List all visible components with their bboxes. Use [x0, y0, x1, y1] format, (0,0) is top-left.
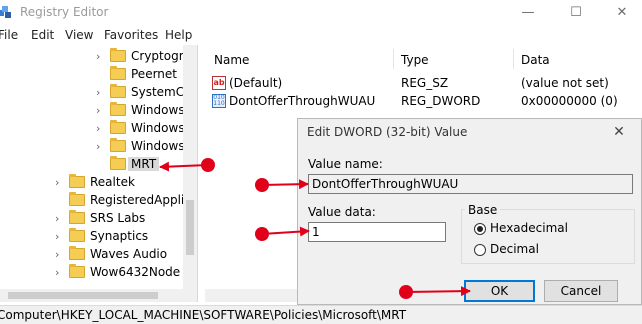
- value-data-label: Value data:: [308, 205, 376, 219]
- dialog-title: Edit DWORD (32-bit) Value: [307, 125, 468, 139]
- registry-editor-icon: [0, 6, 11, 18]
- tree-item[interactable]: › SystemCe: [0, 84, 197, 102]
- menu-favorites[interactable]: Favorites: [104, 28, 158, 42]
- tree-item[interactable]: › Windows: [0, 120, 197, 138]
- tree-item[interactable]: › Windows: [0, 102, 197, 120]
- value-data-field[interactable]: 1: [308, 222, 446, 242]
- tree-item-label: Peernet: [131, 67, 177, 81]
- tree-item-label: Synaptics: [90, 229, 149, 243]
- title-bar: Registry Editor — ☐ ✕: [0, 0, 642, 25]
- folder-icon: [110, 66, 126, 80]
- value-row[interactable]: ab (Default) REG_SZ (value not set): [205, 75, 642, 93]
- close-window-button[interactable]: ✕: [600, 0, 642, 25]
- tree-item[interactable]: Peernet: [0, 66, 197, 84]
- tree-item[interactable]: › Realtek: [0, 174, 197, 192]
- folder-icon: [110, 120, 126, 134]
- folder-icon: [110, 156, 126, 170]
- expand-chevron-icon[interactable]: ›: [55, 230, 59, 243]
- string-value-icon: ab: [212, 76, 226, 90]
- tree-item[interactable]: MRT: [0, 156, 197, 174]
- cancel-button[interactable]: Cancel: [544, 280, 618, 302]
- registry-tree[interactable]: › Cryptogra Peernet › SystemCe › Windows › Windo…: [0, 45, 198, 302]
- hexadecimal-radio[interactable]: [474, 223, 486, 235]
- value-name: DontOfferThroughWUAU: [229, 94, 376, 108]
- registry-path: Computer\HKEY_LOCAL_MACHINE\SOFTWARE\Pol…: [0, 308, 407, 322]
- tree-scroll-thumb[interactable]: [186, 200, 194, 255]
- minimize-button[interactable]: —: [506, 0, 550, 25]
- maximize-button[interactable]: ☐: [554, 0, 598, 25]
- dword-value-icon: 010 110: [212, 94, 226, 108]
- value-type: REG_SZ: [401, 76, 449, 90]
- value-name: (Default): [229, 76, 283, 90]
- menu-edit[interactable]: Edit: [31, 28, 54, 42]
- tree-item-label: Waves Audio: [90, 247, 168, 261]
- menu-help[interactable]: Help: [165, 28, 192, 42]
- folder-icon: [110, 48, 126, 62]
- expand-chevron-icon[interactable]: ›: [96, 140, 100, 153]
- column-divider[interactable]: [513, 49, 514, 69]
- tree-item[interactable]: › Waves Audio: [0, 246, 197, 264]
- tree-item[interactable]: › SRS Labs: [0, 210, 197, 228]
- value-data: 0x00000000 (0): [521, 94, 618, 108]
- tree-item-label: Realtek: [90, 175, 135, 189]
- value-name-label: Value name:: [308, 157, 383, 171]
- tree-item-label: Wow6432Node: [90, 265, 181, 279]
- folder-icon: [110, 84, 126, 98]
- base-label: Base: [465, 203, 501, 217]
- folder-icon: [110, 138, 126, 152]
- window-title: Registry Editor: [20, 5, 109, 19]
- tree-item[interactable]: › Wow6432Node: [0, 264, 197, 282]
- decimal-label[interactable]: Decimal: [490, 242, 539, 256]
- tree-item-label: RegisteredApplic: [90, 193, 191, 207]
- status-bar: Computer\HKEY_LOCAL_MACHINE\SOFTWARE\Pol…: [0, 305, 642, 324]
- tree-item[interactable]: › Windows: [0, 138, 197, 156]
- ok-button[interactable]: OK: [464, 280, 535, 302]
- folder-icon: [110, 102, 126, 116]
- expand-chevron-icon[interactable]: ›: [55, 266, 59, 279]
- column-divider[interactable]: [393, 49, 394, 69]
- menu-view[interactable]: View: [65, 28, 93, 42]
- hexadecimal-label[interactable]: Hexadecimal: [490, 221, 568, 235]
- menu-bar: File Edit View Favorites Help: [0, 28, 642, 46]
- tree-item-label: Windows: [131, 121, 185, 135]
- expand-chevron-icon[interactable]: ›: [96, 50, 100, 63]
- column-header-type[interactable]: Type: [401, 53, 429, 67]
- value-data: (value not set): [521, 76, 609, 90]
- value-row[interactable]: 010 110 DontOfferThroughWUAU REG_DWORD 0x…: [205, 93, 642, 111]
- folder-icon: [69, 264, 85, 278]
- folder-icon: [69, 246, 85, 260]
- value-type: REG_DWORD: [401, 94, 481, 108]
- expand-chevron-icon[interactable]: ›: [96, 122, 100, 135]
- column-header-name[interactable]: Name: [214, 53, 249, 67]
- tree-item-label: SRS Labs: [90, 211, 146, 225]
- tree-item-label: Cryptogra: [131, 49, 191, 63]
- expand-chevron-icon[interactable]: ›: [55, 248, 59, 261]
- expand-chevron-icon[interactable]: ›: [96, 104, 100, 117]
- tree-item-label: Windows: [131, 139, 185, 153]
- column-header-data[interactable]: Data: [521, 53, 550, 67]
- folder-icon: [69, 174, 85, 188]
- tree-item[interactable]: › Synaptics: [0, 228, 197, 246]
- edit-dword-dialog: Edit DWORD (32-bit) Value ✕ Value name: …: [297, 118, 642, 305]
- base-group: [461, 209, 635, 264]
- tree-item[interactable]: RegisteredApplic: [0, 192, 197, 210]
- tree-item[interactable]: › Cryptogra: [0, 48, 197, 66]
- tree-hscroll-thumb[interactable]: [8, 292, 158, 299]
- expand-chevron-icon[interactable]: ›: [96, 86, 100, 99]
- expand-chevron-icon[interactable]: ›: [55, 212, 59, 225]
- folder-icon: [69, 192, 85, 206]
- decimal-radio[interactable]: [474, 244, 486, 256]
- menu-file[interactable]: File: [0, 28, 18, 42]
- value-name-field[interactable]: DontOfferThroughWUAU: [308, 174, 633, 194]
- expand-chevron-icon[interactable]: ›: [55, 176, 59, 189]
- folder-icon: [69, 210, 85, 224]
- folder-icon: [69, 228, 85, 242]
- dialog-close-button[interactable]: ✕: [603, 121, 635, 143]
- tree-item-label: Windows: [131, 103, 185, 117]
- tree-item-label: MRT: [128, 157, 160, 171]
